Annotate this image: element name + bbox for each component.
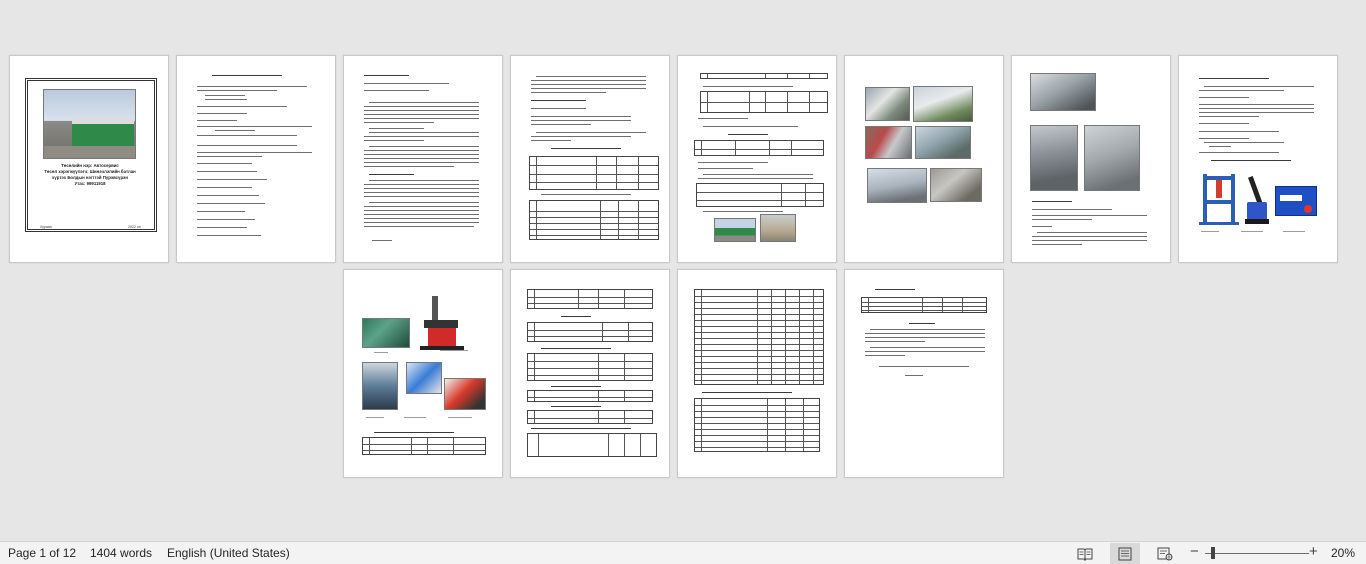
building-photo xyxy=(714,218,756,242)
cover-title: Төсөлийн нэр: Автосервис Төсөл хэрэгжүүл… xyxy=(44,163,136,186)
document-canvas[interactable]: Төсөлийн нэр: Автосервис Төсөл хэрэгжүүл… xyxy=(0,0,1366,541)
print-layout-icon xyxy=(1118,547,1132,560)
table-5 xyxy=(694,140,824,156)
cover-building-photo xyxy=(43,89,136,159)
zoom-slider-thumb[interactable] xyxy=(1211,547,1215,559)
car-photo xyxy=(1084,125,1140,191)
tool-set-photo xyxy=(362,318,410,348)
car-photo xyxy=(865,87,910,121)
cover-footer-right: 2022 он xyxy=(128,225,141,229)
table-10 xyxy=(527,353,653,381)
car-photo xyxy=(913,86,973,122)
status-bar: Page 1 of 12 1404 words English (United … xyxy=(0,541,1366,564)
table-8 xyxy=(527,289,653,309)
read-mode-icon xyxy=(1077,548,1093,561)
zoom-out-button[interactable]: − xyxy=(1190,544,1199,560)
read-mode-button[interactable] xyxy=(1070,543,1100,564)
table-6 xyxy=(696,183,824,207)
car-photo xyxy=(865,126,912,159)
print-layout-button[interactable] xyxy=(1110,543,1140,564)
page-11[interactable] xyxy=(677,269,837,478)
vacuum-photo xyxy=(444,378,486,410)
page-9[interactable] xyxy=(343,269,503,478)
compressor-photo xyxy=(362,362,398,410)
garage-interior-photo xyxy=(760,214,796,242)
word-count[interactable]: 1404 words xyxy=(90,546,152,560)
table-15 xyxy=(694,398,820,452)
car-photo xyxy=(867,168,927,203)
table-7 xyxy=(362,437,486,455)
language-indicator[interactable]: English (United States) xyxy=(167,546,290,560)
zoom-in-button[interactable]: + xyxy=(1309,544,1318,560)
page-8[interactable] xyxy=(1178,55,1338,263)
page-6[interactable] xyxy=(844,55,1004,263)
car-photo xyxy=(930,168,982,202)
zoom-level[interactable]: 20% xyxy=(1331,546,1355,560)
floor-jack-image xyxy=(1243,176,1271,226)
page-12[interactable] xyxy=(844,269,1004,478)
car-photo xyxy=(915,126,971,159)
table-12 xyxy=(527,410,653,424)
welder-image xyxy=(1275,186,1317,216)
table-14 xyxy=(694,289,824,385)
table-3 xyxy=(700,73,828,79)
table-9 xyxy=(527,322,653,342)
page-2[interactable] xyxy=(176,55,336,263)
page-10[interactable] xyxy=(510,269,670,478)
table-11 xyxy=(527,390,653,402)
page-count[interactable]: Page 1 of 12 xyxy=(8,546,76,560)
page-5[interactable] xyxy=(677,55,837,263)
page-4[interactable] xyxy=(510,55,670,263)
table-2 xyxy=(529,200,659,240)
web-layout-button[interactable] xyxy=(1150,543,1180,564)
hydraulic-press-image xyxy=(1199,174,1239,226)
page-7[interactable] xyxy=(1011,55,1171,263)
car-photo xyxy=(1030,125,1078,191)
page-1[interactable]: Төсөлийн нэр: Автосервис Төсөл хэрэгжүүл… xyxy=(9,55,169,263)
table-1 xyxy=(529,156,659,190)
tire-changer-photo xyxy=(420,292,470,350)
car-photo xyxy=(1030,73,1096,111)
page-3[interactable] xyxy=(343,55,503,263)
table-4 xyxy=(700,91,828,113)
washer-photo xyxy=(406,362,442,394)
cover-footer-left: Хураан xyxy=(40,225,52,229)
zoom-slider-track[interactable] xyxy=(1205,553,1309,554)
table-13 xyxy=(527,433,657,457)
table-16 xyxy=(861,297,987,313)
web-layout-icon xyxy=(1157,547,1173,560)
